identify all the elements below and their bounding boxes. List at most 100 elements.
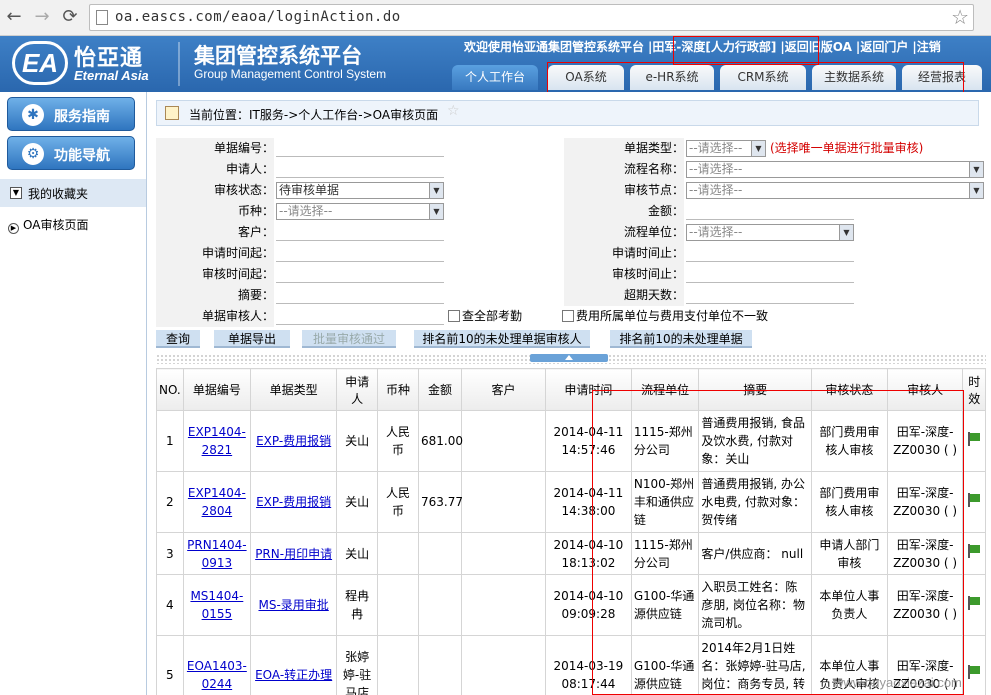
top10-auditors-button[interactable]: 排名前10的未处理单据审核人 — [414, 330, 590, 348]
applicant-input[interactable] — [276, 161, 444, 178]
bookmark-star-icon[interactable]: ☆ — [951, 5, 969, 29]
doc-auditor-input[interactable] — [276, 308, 444, 325]
forward-arrow-icon[interactable]: → — [30, 5, 54, 29]
doc-no-link[interactable]: EXP1404-2804 — [188, 486, 246, 518]
summary-cell: 客户/供应商： null — [698, 532, 812, 575]
summary-label: 摘要： — [156, 285, 274, 306]
sidebar-item-oa-audit[interactable]: ▶ OA审核页面 — [8, 216, 88, 234]
page-icon — [96, 10, 108, 25]
audit-status-label: 审核状态： — [156, 180, 274, 201]
function-nav-icon: ⚙ — [22, 143, 44, 165]
col-header[interactable]: 审核状态 — [811, 368, 888, 411]
customer-cell — [460, 574, 546, 636]
annotation-user-box — [673, 36, 819, 65]
col-header[interactable]: 摘要 — [698, 368, 812, 411]
dropdown-arrow-icon: ▼ — [751, 141, 765, 156]
col-header[interactable]: 客户 — [460, 368, 546, 411]
col-header[interactable]: 申请时间 — [544, 368, 632, 411]
col-header[interactable]: 单据编号 — [182, 368, 252, 411]
audit-time-to-label: 审核时间止： — [564, 264, 684, 285]
address-bar[interactable]: oa.eascs.com/eaoa/loginAction.do ☆ — [89, 4, 974, 31]
tab-personal-workbench[interactable]: 个人工作台 — [452, 65, 538, 90]
apply-time-cell: 2014-04-11 14:38:00 — [544, 471, 632, 533]
table-row[interactable]: 1 EXP1404-2821 EXP-费用报销 关山 人民币 681.00 20… — [156, 410, 986, 472]
main-content: 当前位置：IT服务->个人工作台->OA审核页面 ☆ 单据编号： 单据类型： -… — [148, 92, 991, 695]
summary-cell: 入职员工姓名：陈彦朋, 岗位名称：物流司机。 — [698, 574, 812, 636]
flow-unit-cell: N100-郑州丰和通供应链 — [630, 471, 700, 533]
doc-type-link[interactable]: PRN-用印申请 — [255, 547, 332, 561]
audit-status-select[interactable]: 待审核单据 ▼ — [276, 182, 444, 199]
col-header[interactable]: 流程单位 — [630, 368, 700, 411]
table-row[interactable]: 3 PRN1404-0913 PRN-用印申请 关山 2014-04-10 18… — [156, 532, 986, 575]
col-header[interactable]: 申请人 — [336, 368, 379, 411]
currency-cell: 人民币 — [377, 410, 419, 472]
flow-unit-select[interactable]: --请选择-- ▼ — [686, 224, 854, 241]
amount-cell — [418, 532, 462, 575]
attendance-checkbox[interactable] — [448, 310, 460, 322]
col-header[interactable]: 单据类型 — [250, 368, 338, 411]
apply-time-cell: 2014-03-19 08:17:44 — [544, 635, 632, 695]
query-button[interactable]: 查询 — [156, 330, 200, 348]
row-no: 5 — [156, 635, 184, 695]
apply-time-to-label: 申请时间止： — [564, 243, 684, 264]
overdue-days-input[interactable] — [686, 287, 854, 304]
top10-docs-button[interactable]: 排名前10的未处理单据 — [610, 330, 752, 348]
table-row[interactable]: 2 EXP1404-2804 EXP-费用报销 关山 人民币 763.77 20… — [156, 471, 986, 533]
summary-input[interactable] — [276, 287, 444, 304]
doc-auditor-label: 单据审核人： — [156, 306, 274, 327]
service-guide-button[interactable]: ✱ 服务指南 — [7, 97, 135, 131]
welcome-text: 欢迎使用怡亚通集团管控系统平台 — [464, 40, 645, 54]
collapse-form-button[interactable] — [530, 354, 608, 362]
audit-time-from-input[interactable] — [276, 266, 444, 283]
browser-toolbar: ← → ⟳ oa.eascs.com/eaoa/loginAction.do ☆ — [0, 0, 991, 36]
flow-unit-cell: 1115-郑州分公司 — [630, 532, 700, 575]
doc-type-link[interactable]: EXP-费用报销 — [256, 434, 331, 448]
doc-no-link[interactable]: EXP1404-2821 — [188, 425, 246, 457]
audit-time-to-input[interactable] — [686, 266, 854, 283]
function-nav-button[interactable]: ⚙ 功能导航 — [7, 136, 135, 170]
brand-divider — [178, 42, 180, 86]
col-header[interactable]: 币种 — [377, 368, 419, 411]
applicant-cell: 张婷婷-驻马店 — [336, 635, 379, 695]
dropdown-arrow-icon: ▼ — [969, 183, 983, 198]
col-header[interactable]: 审核人 — [886, 368, 964, 411]
currency-cell — [377, 574, 419, 636]
favorites-header[interactable]: ▼ 我的收藏夹 — [0, 179, 146, 207]
doc-type-link[interactable]: EOA-转正办理 — [255, 668, 332, 682]
auditor-cell: 田军-深度-ZZ0030 ( ) — [886, 471, 964, 533]
unit-mismatch-checkbox[interactable] — [562, 310, 574, 322]
doc-no-link[interactable]: PRN1404-0913 — [187, 538, 246, 570]
reload-icon[interactable]: ⟳ — [58, 5, 82, 29]
apply-time-to-input[interactable] — [686, 245, 854, 262]
collapse-toggle-icon[interactable]: ▼ — [10, 187, 22, 199]
doc-no-link[interactable]: EOA1403-0244 — [187, 659, 247, 691]
applicant-cell: 关山 — [336, 471, 379, 533]
flow-name-select[interactable]: --请选择-- ▼ — [686, 161, 984, 178]
flow-unit-cell: 1115-郑州分公司 — [630, 410, 700, 472]
batch-approve-button[interactable]: 批量审核通过 — [302, 330, 396, 348]
breadcrumb: 当前位置：IT服务->个人工作台->OA审核页面 ☆ — [156, 100, 979, 126]
portal-link[interactable]: 返回门户 — [860, 40, 908, 54]
apply-time-cell: 2014-04-10 09:09:28 — [544, 574, 632, 636]
auditor-cell: 田军-深度-ZZ0030 ( ) — [886, 532, 964, 575]
table-row[interactable]: 4 MS1404-0155 MS-录用审批 程冉冉 2014-04-10 09:… — [156, 574, 986, 636]
amount-input[interactable] — [686, 203, 854, 220]
doc-no-input[interactable] — [276, 140, 444, 157]
summary-cell: 普通费用报销, 办公水电费, 付款对象：贺传绪 — [698, 471, 812, 533]
doc-type-select[interactable]: --请选择-- ▼ — [686, 140, 766, 157]
apply-time-cell: 2014-04-11 14:57:46 — [544, 410, 632, 472]
col-header[interactable]: 金额 — [418, 368, 462, 411]
audit-node-select[interactable]: --请选择-- ▼ — [686, 182, 984, 199]
export-button[interactable]: 单据导出 — [214, 330, 290, 348]
back-arrow-icon[interactable]: ← — [2, 5, 26, 29]
apply-time-from-input[interactable] — [276, 245, 444, 262]
customer-input[interactable] — [276, 224, 444, 241]
doc-type-link[interactable]: EXP-费用报销 — [256, 495, 331, 509]
doc-type-link[interactable]: MS-录用审批 — [258, 598, 328, 612]
overdue-days-label: 超期天数： — [564, 285, 684, 306]
doc-no-link[interactable]: MS1404-0155 — [190, 589, 243, 621]
favorite-star-icon[interactable]: ☆ — [447, 103, 460, 119]
logout-link[interactable]: 注销 — [917, 40, 941, 54]
sidebar-item-label: OA审核页面 — [23, 218, 89, 232]
currency-select[interactable]: --请选择-- ▼ — [276, 203, 444, 220]
